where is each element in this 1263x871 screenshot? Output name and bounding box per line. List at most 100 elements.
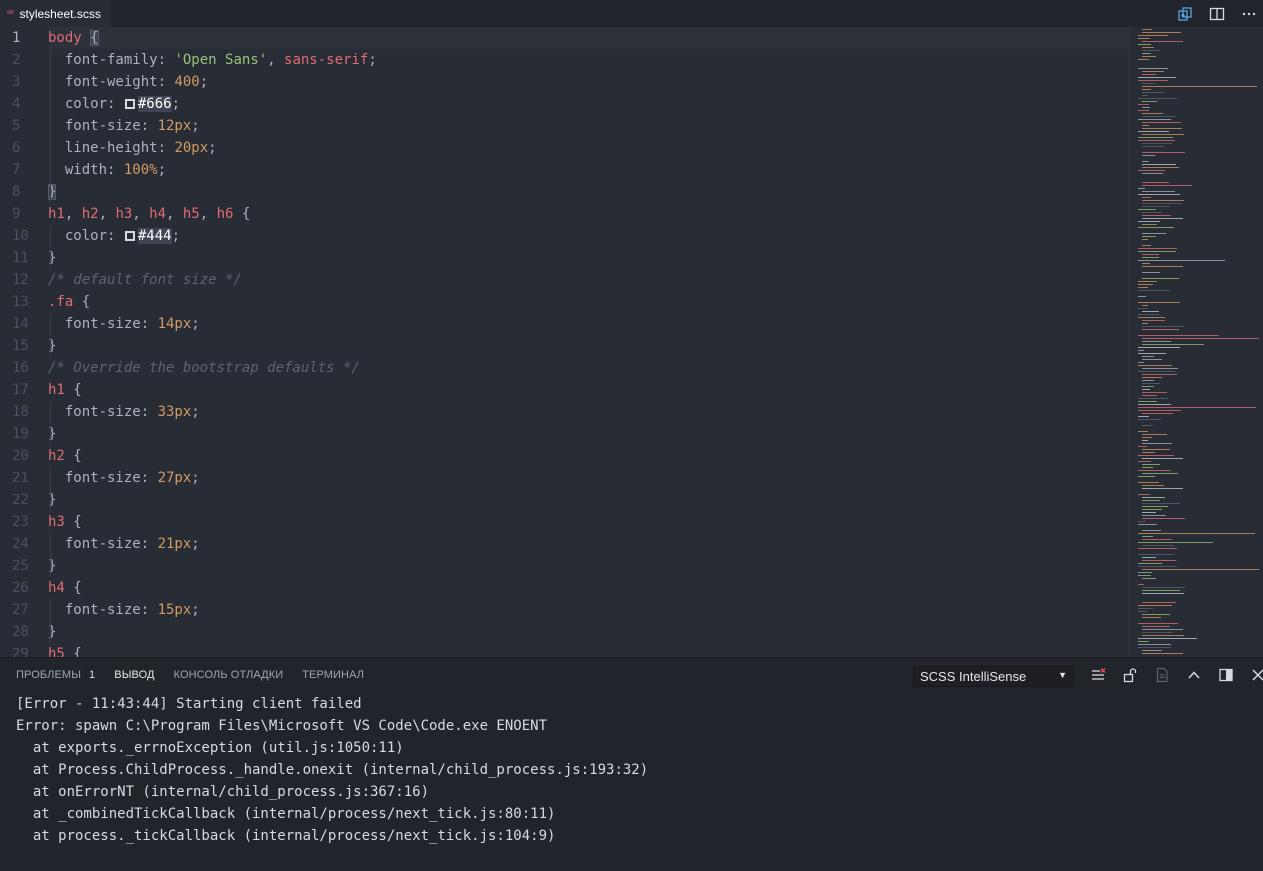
minimap-line xyxy=(1142,116,1176,117)
split-editor-icon[interactable] xyxy=(1209,6,1225,22)
minimap-line xyxy=(1138,647,1171,648)
color-swatch-icon[interactable] xyxy=(124,231,135,241)
code-line[interactable]: /* default font size */ xyxy=(48,269,1128,291)
line-number: 29 xyxy=(12,646,29,657)
code-line[interactable]: font-size: 27px; xyxy=(48,467,1128,489)
code-line[interactable]: /* Override the bootstrap defaults */ xyxy=(48,357,1128,379)
code-token: #444 xyxy=(137,228,172,244)
minimap-line xyxy=(1142,338,1259,339)
code-line[interactable]: h2 { xyxy=(48,445,1128,467)
code-token: h2 xyxy=(81,206,99,222)
code-token: 100% xyxy=(123,162,158,178)
tab-debug-console[interactable]: КОНСОЛЬ ОТЛАДКИ xyxy=(174,669,284,681)
minimap-line xyxy=(1138,302,1180,303)
minimap-line xyxy=(1142,356,1154,357)
tab-problems[interactable]: ПРОБЛЕМЫ 1 xyxy=(16,669,95,681)
sass-file-icon: ꟹ xyxy=(7,6,15,21)
line-number: 26 xyxy=(12,580,29,596)
code-line[interactable]: body { xyxy=(48,27,1128,49)
minimap-line xyxy=(1138,584,1144,585)
minimap-line xyxy=(1142,389,1150,390)
minimap[interactable] xyxy=(1138,27,1263,657)
line-number: 22 xyxy=(12,492,29,508)
minimap-line xyxy=(1142,224,1157,225)
code-area[interactable]: body { font-family: 'Open Sans', sans-se… xyxy=(48,27,1128,657)
chevron-up-icon[interactable] xyxy=(1186,667,1202,683)
tab-output[interactable]: ВЫВОД xyxy=(114,669,154,681)
minimap-line xyxy=(1142,503,1180,504)
tab-debug-console-label: КОНСОЛЬ ОТЛАДКИ xyxy=(173,669,284,681)
tab-stylesheet-scss[interactable]: ꟹ stylesheet.scss xyxy=(0,0,111,27)
code-line[interactable]: font-size: 15px; xyxy=(48,599,1128,621)
minimap-line xyxy=(1142,497,1165,498)
code-line[interactable]: h5 { xyxy=(48,643,1128,657)
output-log[interactable]: [Error - 11:43:44] Starting client faile… xyxy=(16,693,648,847)
minimap-line xyxy=(1142,380,1154,381)
line-number: 24 xyxy=(12,536,29,552)
minimap-line xyxy=(1142,500,1160,501)
close-panel-icon[interactable] xyxy=(1250,667,1263,683)
color-swatch-icon[interactable] xyxy=(124,99,135,109)
code-line[interactable]: } xyxy=(48,181,1128,203)
maximize-panel-icon[interactable] xyxy=(1218,667,1234,683)
minimap-line xyxy=(1142,485,1164,486)
code-line[interactable]: font-family: 'Open Sans', sans-serif; xyxy=(48,49,1128,71)
code-token: { xyxy=(64,448,82,464)
open-log-icon[interactable] xyxy=(1154,667,1170,683)
minimap-line xyxy=(1142,212,1162,213)
minimap-line xyxy=(1142,383,1160,384)
minimap-line xyxy=(1138,563,1162,564)
line-number: 23 xyxy=(12,514,29,530)
minimap-line xyxy=(1142,29,1152,30)
minimap-line xyxy=(1142,569,1259,570)
minimap-line xyxy=(1142,86,1257,87)
output-channel-select[interactable]: SCSS IntelliSense ▼ xyxy=(913,666,1074,687)
minimap-line xyxy=(1142,191,1175,192)
clear-output-icon[interactable] xyxy=(1090,667,1106,683)
minimap-line xyxy=(1138,533,1255,534)
tab-terminal[interactable]: ТЕРМИНАЛ xyxy=(302,669,364,681)
code-line[interactable]: font-size: 14px; xyxy=(48,313,1128,335)
minimap-line xyxy=(1142,53,1151,54)
code-token: ; xyxy=(191,470,200,486)
code-line[interactable]: } xyxy=(48,423,1128,445)
code-line[interactable]: color: #444; xyxy=(48,225,1128,247)
code-line[interactable]: } xyxy=(48,555,1128,577)
minimap-line xyxy=(1142,614,1170,615)
minimap-line xyxy=(1138,188,1145,189)
code-line[interactable]: .fa { xyxy=(48,291,1128,313)
code-line[interactable]: } xyxy=(48,489,1128,511)
code-line[interactable]: font-weight: 400; xyxy=(48,71,1128,93)
lock-scroll-icon[interactable] xyxy=(1122,667,1138,683)
minimap-line xyxy=(1142,254,1159,255)
code-line[interactable]: h3 { xyxy=(48,511,1128,533)
minimap-line xyxy=(1138,566,1177,567)
minimap-line xyxy=(1138,446,1147,447)
code-line[interactable]: width: 100%; xyxy=(48,159,1128,181)
code-line[interactable]: h4 { xyxy=(48,577,1128,599)
minimap-line xyxy=(1142,146,1164,147)
line-number: 17 xyxy=(12,382,29,398)
minimap-line xyxy=(1138,410,1181,411)
code-line[interactable]: line-height: 20px; xyxy=(48,137,1128,159)
code-line[interactable]: } xyxy=(48,335,1128,357)
minimap-line xyxy=(1138,110,1149,111)
code-line[interactable]: h1, h2, h3, h4, h5, h6 { xyxy=(48,203,1128,225)
minimap-line xyxy=(1142,530,1161,531)
code-token: font-size: xyxy=(64,470,158,486)
more-actions-icon[interactable] xyxy=(1241,6,1257,22)
minimap-line xyxy=(1142,626,1170,627)
code-line[interactable]: font-size: 12px; xyxy=(48,115,1128,137)
code-line[interactable]: font-size: 21px; xyxy=(48,533,1128,555)
code-line[interactable]: h1 { xyxy=(48,379,1128,401)
minimap-line xyxy=(1142,545,1174,546)
indent-guide xyxy=(50,599,51,643)
code-line[interactable]: font-size: 33px; xyxy=(48,401,1128,423)
minimap-line xyxy=(1138,623,1178,624)
code-line[interactable]: } xyxy=(48,247,1128,269)
code-token: { xyxy=(64,646,82,657)
code-line[interactable]: } xyxy=(48,621,1128,643)
code-editor[interactable]: 1 2 3 4 5 6 7 8 9 10 11 12 13 14 15 16 17 18 19 20 21 22 23 24 2… xyxy=(0,27,1263,657)
open-changes-icon[interactable] xyxy=(1177,6,1193,22)
code-line[interactable]: color: #666; xyxy=(48,93,1128,115)
